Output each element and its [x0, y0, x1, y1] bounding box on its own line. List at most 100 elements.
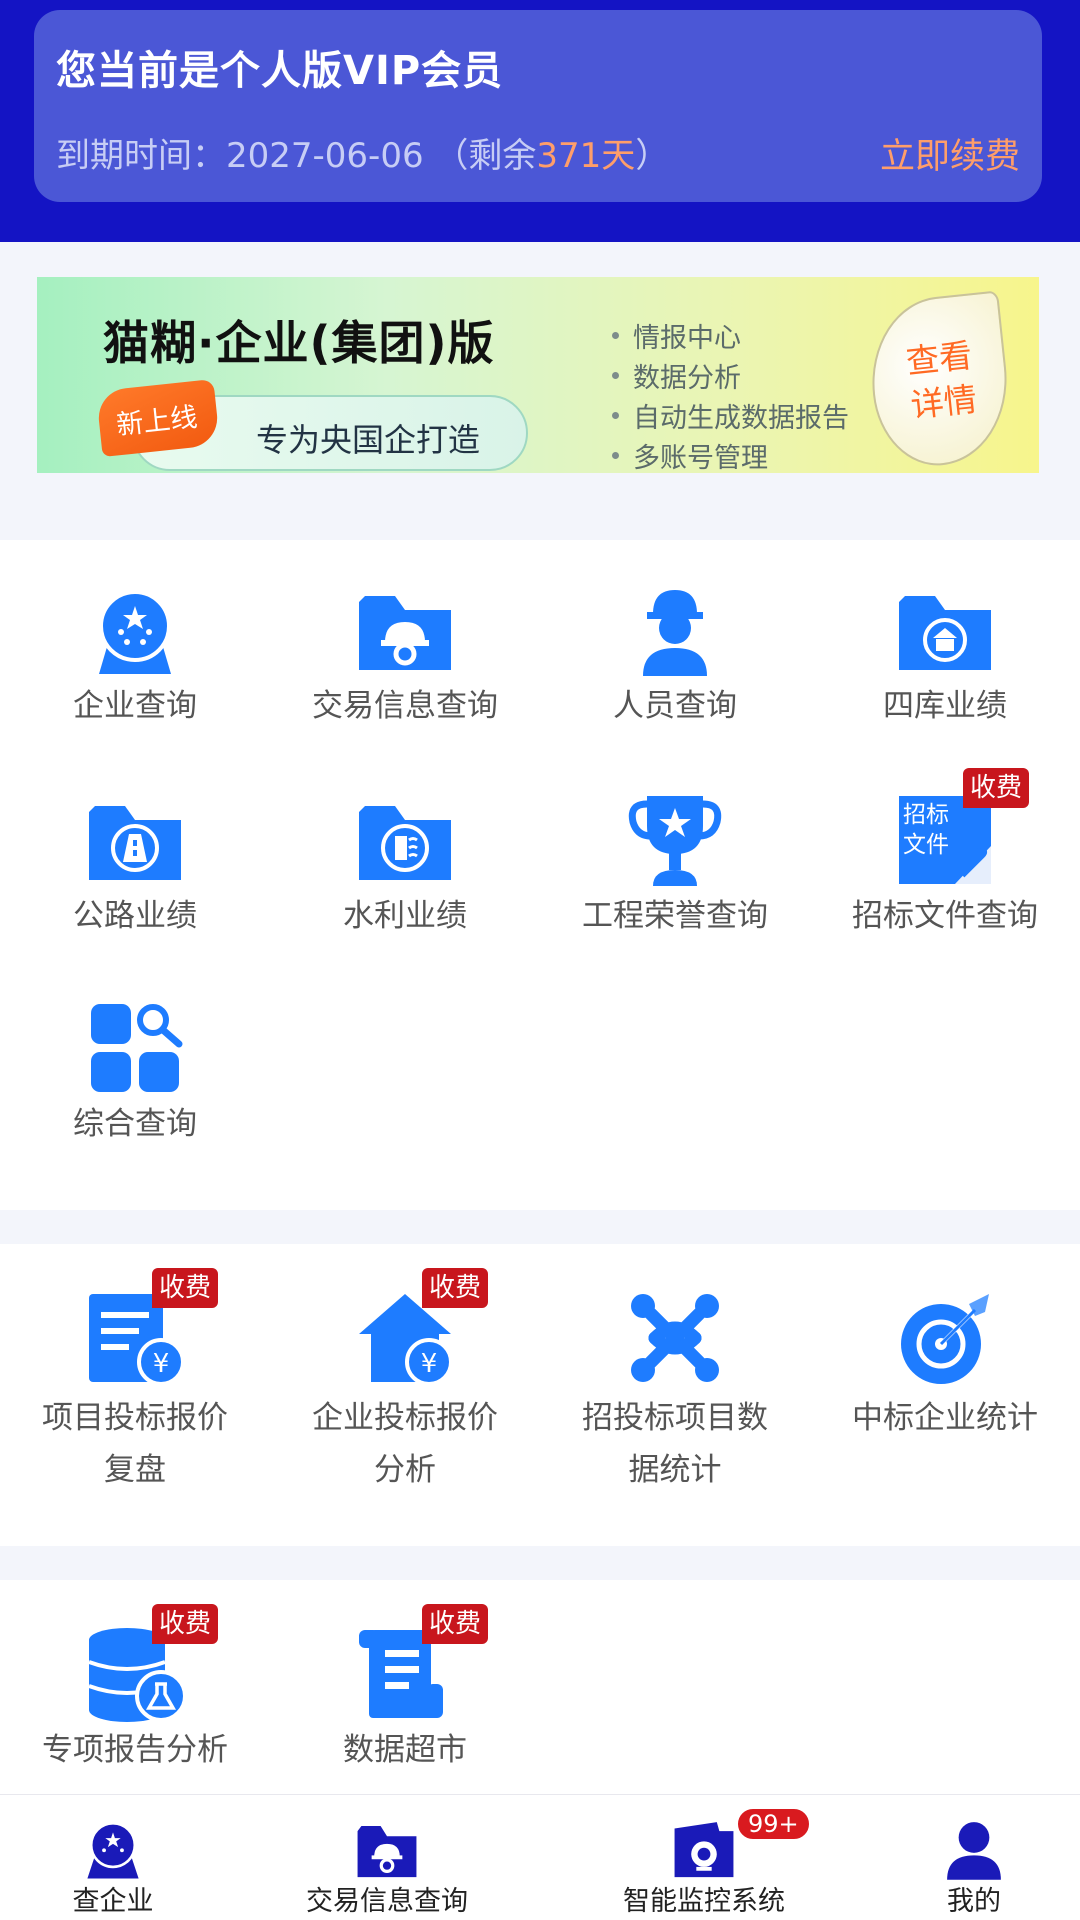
enterprise-banner[interactable]: 猫糊·企业(集团)版 专为央国企打造 新上线 情报中心 数据分析 自动生成数据报…: [37, 277, 1039, 475]
label-line-2: 据统计: [628, 1452, 722, 1488]
grid-item-enterprise-bid[interactable]: ¥ 收费 企业投标报价 分析: [270, 1268, 540, 1508]
vip-header: 您当前是个人版VIP会员 到期时间：2027-06-06 （剩余371天） 立即…: [0, 0, 1080, 242]
worker-icon: [643, 590, 707, 676]
feature-item: 自动生成数据报告: [612, 395, 849, 435]
bottom-nav: 查企业 交易信息查询 99+ 智能监控系统 我的: [0, 1794, 1080, 1920]
detail-line-1: 查看: [904, 335, 974, 382]
folder-road-icon: [89, 806, 181, 880]
banner-area: 猫糊·企业(集团)版 专为央国企打造 新上线 情报中心 数据分析 自动生成数据报…: [0, 242, 1080, 540]
bullet-icon: [612, 451, 619, 459]
grid-item-bid-stats[interactable]: 招投标项目数 据统计: [540, 1288, 810, 1508]
folder-water-icon: [359, 806, 451, 880]
grid-item-enterprise-query[interactable]: 企业查询: [0, 580, 270, 730]
feature-label: 自动生成数据报告: [633, 402, 849, 434]
nav-label: 交易信息查询: [306, 1886, 468, 1917]
grid-item-bid-document[interactable]: 招标文件 收费 招标文件查询: [810, 768, 1080, 940]
target-dart-icon: [901, 1294, 989, 1384]
grid-item-four-libraries[interactable]: 四库业绩: [810, 580, 1080, 730]
label-line-2: 分析: [374, 1452, 436, 1488]
bid-document-icon-text: 招标 文件: [903, 800, 949, 860]
feature-label: 情报中心: [633, 322, 741, 354]
view-details-button[interactable]: 查看 详情: [863, 290, 1016, 472]
grid-item-special-report[interactable]: 收费 专项报告分析: [0, 1604, 270, 1774]
nav-label: 我的: [947, 1886, 1001, 1917]
nav-item-enterprise[interactable]: 查企业: [3, 1795, 223, 1920]
icon-text-1: 招标: [903, 802, 949, 828]
label-line-2: 复盘: [104, 1452, 166, 1488]
grid-label: 项目投标报价 复盘: [0, 1392, 270, 1496]
grid-label: 公路业绩: [73, 898, 197, 934]
grid-item-highway[interactable]: 公路业绩: [0, 790, 270, 940]
paid-badge: 收费: [422, 1268, 489, 1308]
grid-item-comprehensive[interactable]: 综合查询: [0, 998, 270, 1148]
nav-item-monitor[interactable]: 99+ 智能监控系统: [594, 1795, 814, 1920]
vip-card: 您当前是个人版VIP会员 到期时间：2027-06-06 （剩余371天） 立即…: [34, 10, 1042, 202]
vip-expire-text: 到期时间：2027-06-06 （剩余371天）: [56, 128, 669, 177]
user-icon: [947, 1822, 1001, 1880]
monitor-camera-icon: [674, 1822, 734, 1878]
renew-button[interactable]: 立即续费: [880, 128, 1020, 179]
grid-item-honor[interactable]: 工程荣誉查询: [540, 790, 810, 940]
grid-item-person-query[interactable]: 人员查询: [540, 580, 810, 730]
feature-label: 多账号管理: [633, 442, 768, 474]
analysis-section: ¥ 收费 项目投标报价复盘 ¥ 收费 企业投标报价分析 招投标项目数据统计: [0, 1244, 1080, 1546]
label-line-1: 项目投标报价: [42, 1400, 228, 1436]
view-details-label: 查看 详情: [870, 330, 1013, 432]
grid-search-icon: [91, 1004, 183, 1092]
expire-suffix: ）: [635, 136, 670, 176]
joomla-network-icon: [631, 1294, 719, 1382]
feature-item: 情报中心: [612, 315, 849, 355]
bullet-icon: [612, 331, 619, 339]
detail-line-2: 详情: [908, 379, 979, 426]
nav-label: 智能监控系统: [623, 1886, 785, 1917]
folder-helmet-icon: [359, 596, 451, 670]
feature-item: 数据分析: [612, 355, 849, 395]
paid-badge: 收费: [152, 1604, 219, 1644]
enterprise-globe-icon: [99, 590, 171, 674]
grid-item-bid-review[interactable]: ¥ 收费 项目投标报价 复盘: [0, 1268, 270, 1508]
grid-label: 工程荣誉查询: [582, 898, 768, 934]
label-line-1: 中标企业统计: [852, 1400, 1038, 1436]
paid-badge: 收费: [963, 768, 1030, 808]
bullet-icon: [612, 411, 619, 419]
svg-text:¥: ¥: [153, 1349, 170, 1379]
nav-item-me[interactable]: 我的: [864, 1795, 1080, 1920]
paid-badge: 收费: [422, 1604, 489, 1644]
grid-item-data-market[interactable]: 收费 数据超市: [270, 1604, 540, 1774]
days-left: 371天: [536, 136, 636, 176]
svg-text:¥: ¥: [421, 1349, 438, 1379]
bullet-icon: [612, 371, 619, 379]
paid-badge: 收费: [152, 1268, 219, 1308]
grid-item-transaction-query[interactable]: 交易信息查询: [270, 580, 540, 730]
new-badge-text: 新上线: [114, 401, 199, 442]
grid-label: 专项报告分析: [42, 1732, 228, 1768]
grid-label: 企业查询: [73, 688, 197, 724]
nav-item-transaction[interactable]: 交易信息查询: [277, 1795, 497, 1920]
nav-label: 查企业: [72, 1886, 154, 1917]
grid-label: 四库业绩: [883, 688, 1007, 724]
folder-helmet-icon: [357, 1825, 417, 1878]
grid-label: 人员查询: [613, 688, 737, 724]
feature-label: 数据分析: [633, 362, 741, 394]
query-section: 企业查询 交易信息查询 人员查询 四库业绩 公路业绩 水利业绩 工程荣誉查询 招…: [0, 540, 1080, 1210]
vip-title: 您当前是个人版VIP会员: [56, 48, 504, 94]
expire-prefix: 到期时间：2027-06-06 （剩余: [56, 136, 537, 176]
grid-label: 企业投标报价 分析: [270, 1392, 540, 1496]
label-line-1: 招投标项目数: [582, 1400, 768, 1436]
icon-text-2: 文件: [903, 832, 949, 858]
grid-label: 交易信息查询: [312, 688, 498, 724]
folder-building-icon: [899, 596, 991, 670]
report-section: 收费 专项报告分析 收费 数据超市: [0, 1580, 1080, 1794]
banner-tagline: 专为央国企打造: [256, 421, 481, 459]
trophy-icon: [628, 796, 722, 886]
grid-item-water[interactable]: 水利业绩: [270, 790, 540, 940]
notification-badge: 99+: [736, 1807, 811, 1841]
grid-label: 中标企业统计: [810, 1392, 1080, 1444]
feature-list: 情报中心 数据分析 自动生成数据报告 多账号管理: [612, 315, 849, 475]
banner-title: 猫糊·企业(集团)版: [103, 316, 495, 370]
grid-item-winner-stats[interactable]: 中标企业统计: [810, 1288, 1080, 1508]
grid-label: 招投标项目数 据统计: [540, 1392, 810, 1496]
grid-label: 招标文件查询: [852, 898, 1038, 934]
feature-item: 多账号管理: [612, 435, 849, 475]
grid-label: 数据超市: [343, 1732, 467, 1768]
